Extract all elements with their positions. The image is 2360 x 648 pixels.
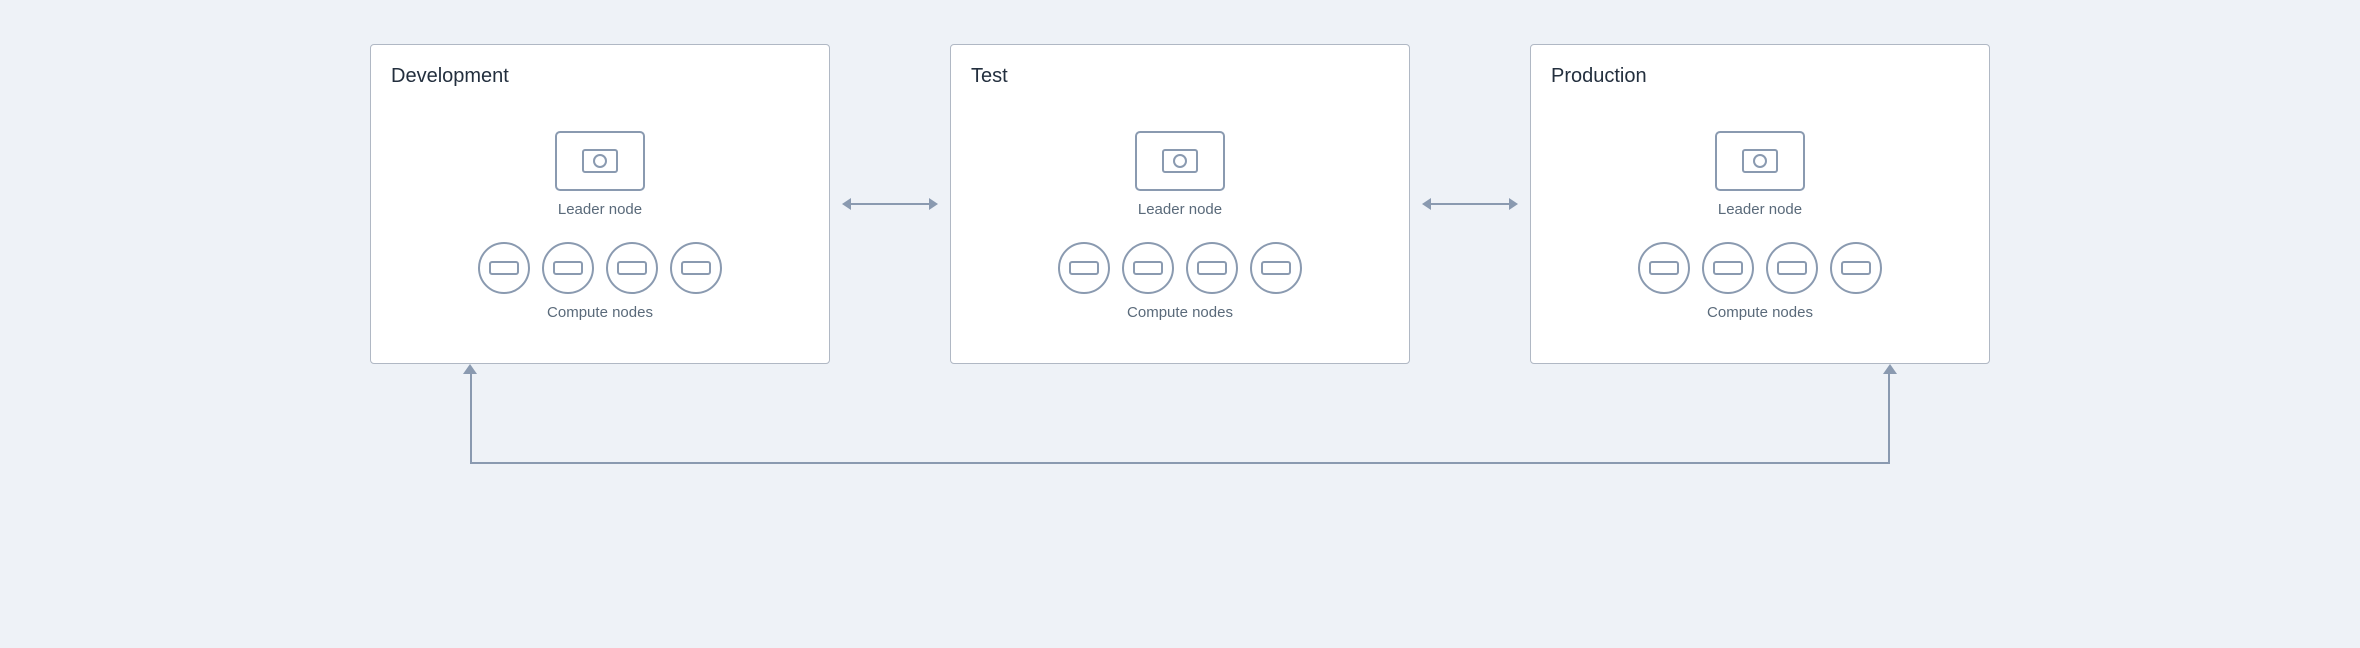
- test-compute-wrap: Compute nodes: [1058, 242, 1302, 321]
- test-leader-label: Leader node: [1138, 201, 1222, 218]
- production-compute-wrap: Compute nodes: [1638, 242, 1882, 321]
- compute-icon: [478, 242, 530, 294]
- development-leader-label: Leader node: [558, 201, 642, 218]
- compute-inner: [1841, 261, 1871, 275]
- test-leader-icon: [1135, 131, 1225, 191]
- camera-body-dev: [582, 149, 618, 173]
- u-arrow-up-right: [1883, 364, 1897, 374]
- compute-icon: [1058, 242, 1110, 294]
- camera-body-test: [1162, 149, 1198, 173]
- compute-icon: [1122, 242, 1174, 294]
- h-arrow-line-1: [850, 203, 930, 205]
- development-title: Development: [391, 65, 509, 88]
- production-content: Leader node Compute nodes: [1551, 108, 1969, 343]
- bottom-arrow-area: [80, 374, 2280, 494]
- compute-icon: [606, 242, 658, 294]
- production-leader-label: Leader node: [1718, 201, 1802, 218]
- camera-body-prod: [1742, 149, 1778, 173]
- compute-inner: [553, 261, 583, 275]
- compute-icon: [1186, 242, 1238, 294]
- u-horiz: [470, 462, 1890, 464]
- compute-inner: [617, 261, 647, 275]
- production-leader-icon: [1715, 131, 1805, 191]
- test-content: Leader node Compute nodes: [971, 108, 1389, 343]
- u-arrow-up-left: [463, 364, 477, 374]
- compute-inner: [489, 261, 519, 275]
- compute-inner: [1649, 261, 1679, 275]
- arrow-test-prod: [1410, 203, 1530, 205]
- diagram-container: Development Leader node: [80, 44, 2280, 604]
- arrow-dev-test: [830, 203, 950, 205]
- production-title: Production: [1551, 65, 1647, 88]
- top-row: Development Leader node: [80, 44, 2280, 364]
- test-compute-row: [1058, 242, 1302, 294]
- u-right-vert: [1888, 374, 1890, 464]
- compute-icon: [1638, 242, 1690, 294]
- u-shape-arrow: [360, 374, 2000, 464]
- camera-lens-prod: [1753, 154, 1767, 168]
- development-compute-label: Compute nodes: [547, 304, 653, 321]
- compute-inner: [1261, 261, 1291, 275]
- u-left-vert: [470, 374, 472, 464]
- development-compute-row: [478, 242, 722, 294]
- compute-inner: [681, 261, 711, 275]
- test-leader-wrap: Leader node: [1135, 131, 1225, 218]
- production-compute-row: [1638, 242, 1882, 294]
- compute-icon: [670, 242, 722, 294]
- development-compute-wrap: Compute nodes: [478, 242, 722, 321]
- h-arrow-line-2: [1430, 203, 1510, 205]
- compute-inner: [1713, 261, 1743, 275]
- camera-lens-test: [1173, 154, 1187, 168]
- compute-inner: [1777, 261, 1807, 275]
- test-title: Test: [971, 65, 1008, 88]
- compute-icon: [1766, 242, 1818, 294]
- compute-inner: [1197, 261, 1227, 275]
- test-box: Test Leader node: [950, 44, 1410, 364]
- compute-inner: [1069, 261, 1099, 275]
- compute-inner: [1133, 261, 1163, 275]
- development-box: Development Leader node: [370, 44, 830, 364]
- production-box: Production Leader node: [1530, 44, 1990, 364]
- development-leader-icon: [555, 131, 645, 191]
- camera-lens-dev: [593, 154, 607, 168]
- compute-icon: [1702, 242, 1754, 294]
- compute-icon: [542, 242, 594, 294]
- compute-icon: [1830, 242, 1882, 294]
- production-compute-label: Compute nodes: [1707, 304, 1813, 321]
- test-compute-label: Compute nodes: [1127, 304, 1233, 321]
- compute-icon: [1250, 242, 1302, 294]
- development-leader-wrap: Leader node: [555, 131, 645, 218]
- development-content: Leader node Compute nodes: [391, 108, 809, 343]
- production-leader-wrap: Leader node: [1715, 131, 1805, 218]
